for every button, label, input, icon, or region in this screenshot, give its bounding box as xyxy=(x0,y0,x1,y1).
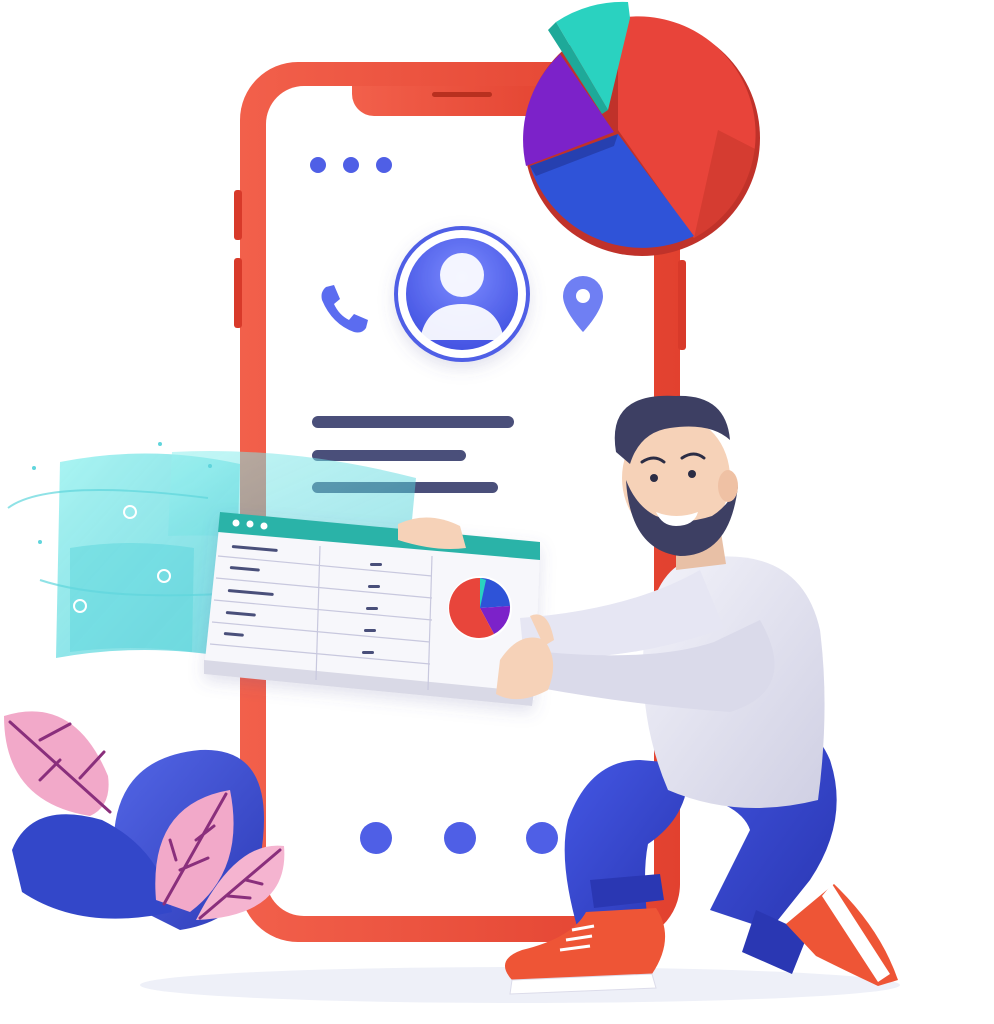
phone-side-button xyxy=(234,258,242,328)
user-avatar-icon xyxy=(394,226,530,362)
window-pie-chart xyxy=(448,576,512,640)
spreadsheet-window xyxy=(204,512,540,706)
phone-side-button xyxy=(678,260,686,350)
ear xyxy=(718,470,738,502)
phone-speaker xyxy=(432,92,492,97)
eye-left xyxy=(650,474,658,482)
illustration-canvas xyxy=(4,1,900,1003)
eye-right xyxy=(688,470,696,478)
phone-side-button xyxy=(234,190,242,240)
screen-menu-dots xyxy=(310,157,392,173)
hologram-panel xyxy=(70,543,194,652)
pie-chart-3d xyxy=(523,1,760,256)
